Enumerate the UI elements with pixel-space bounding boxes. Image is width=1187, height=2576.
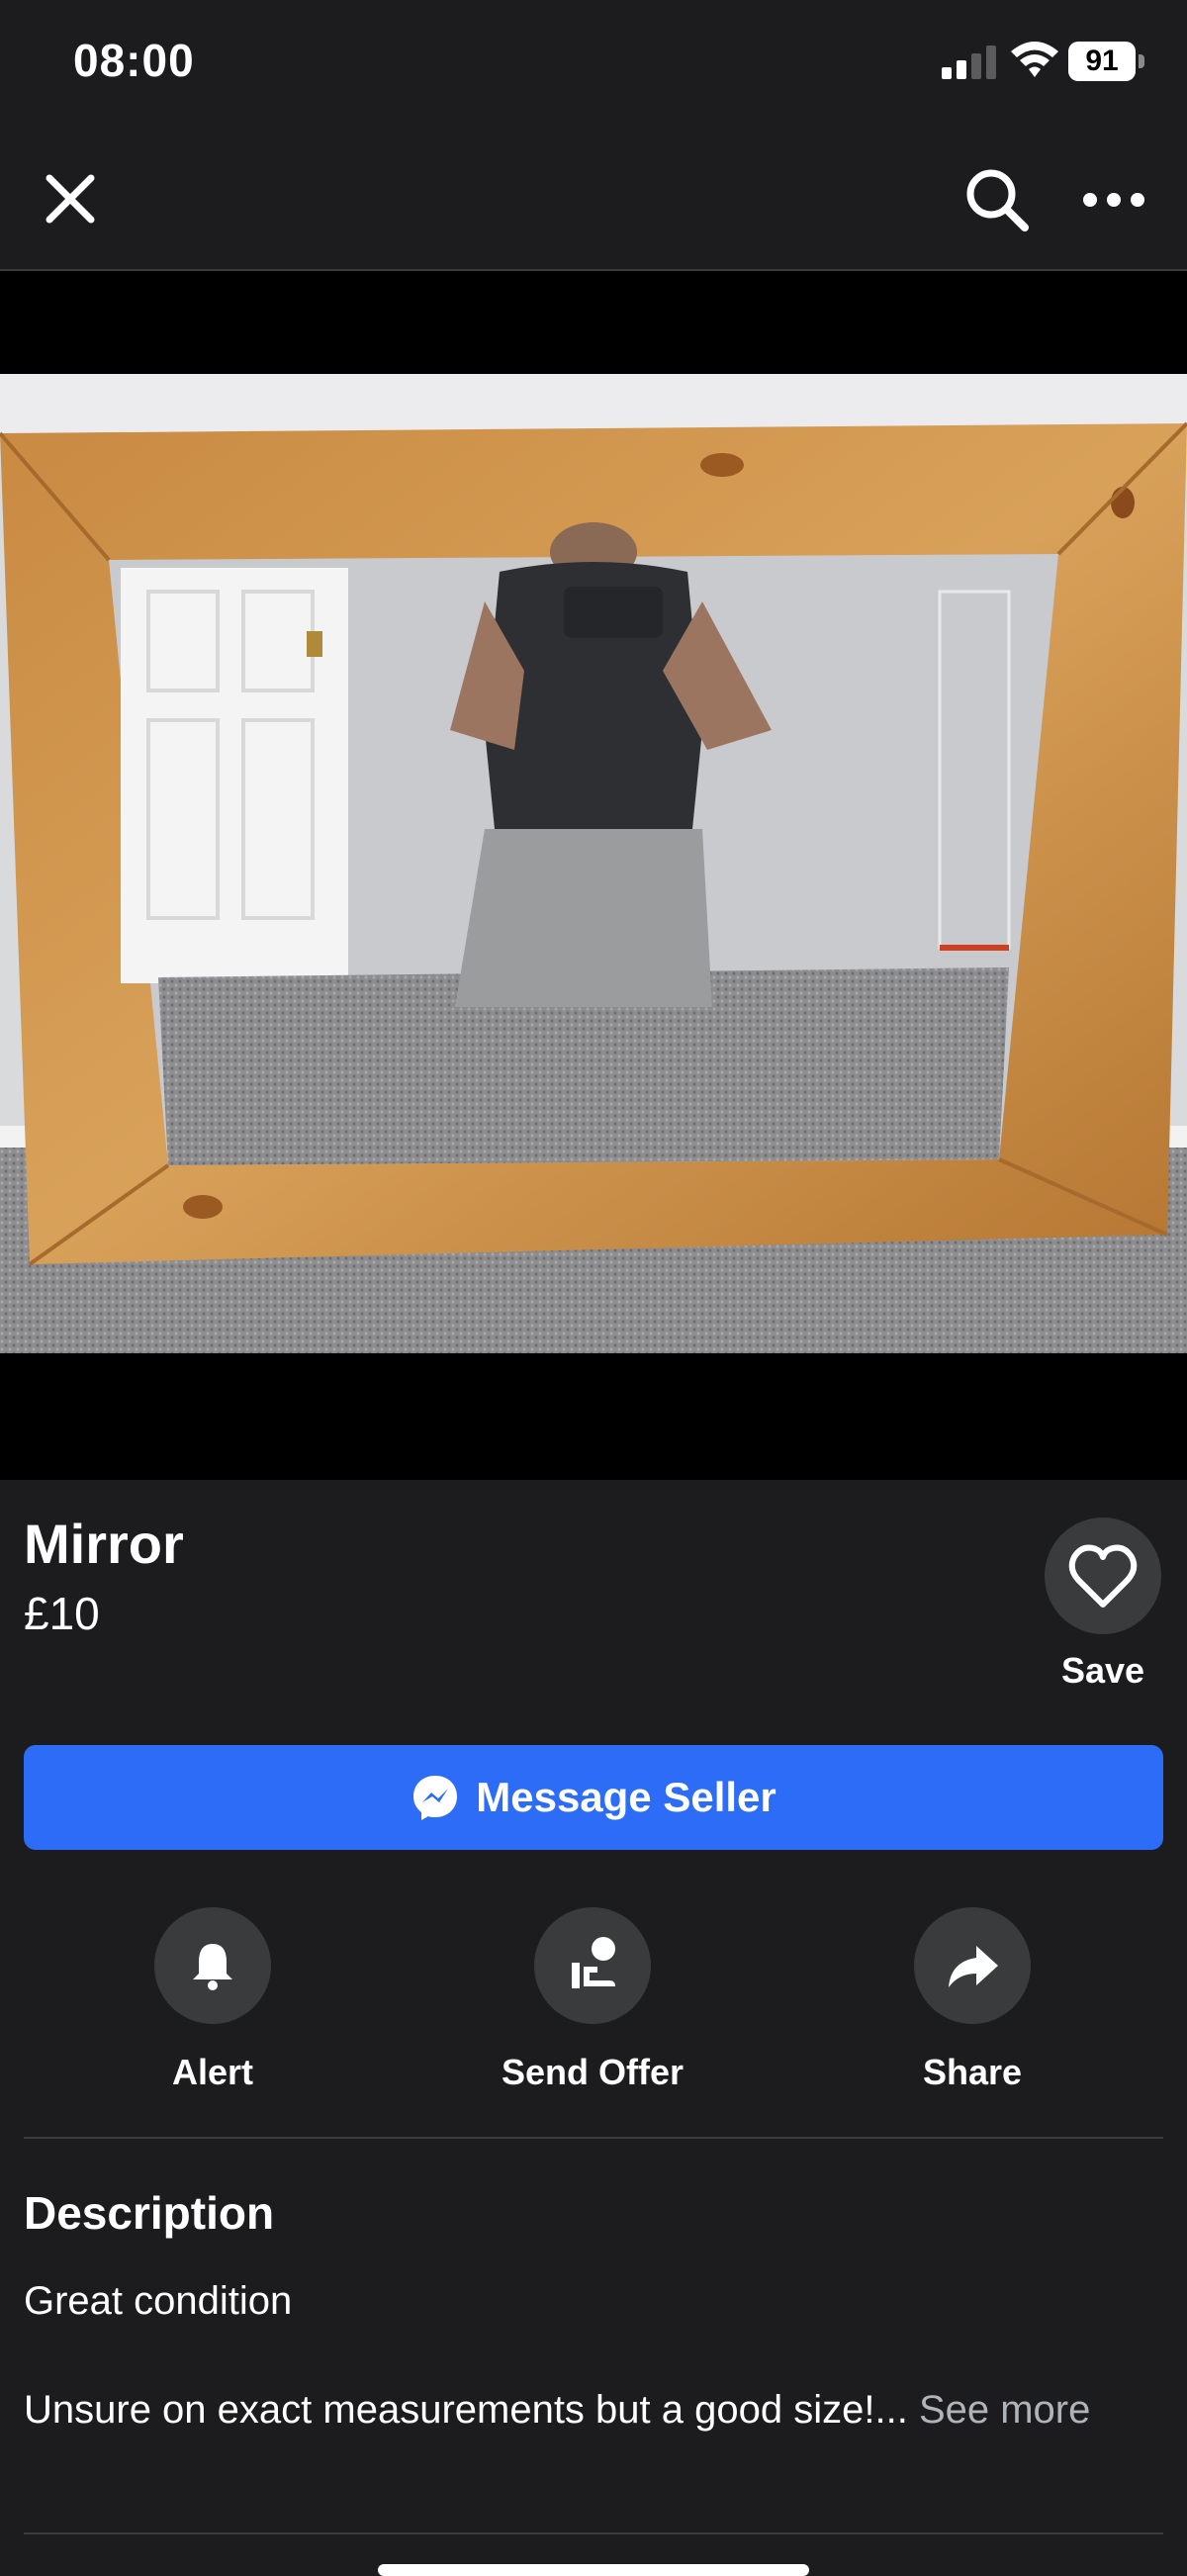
see-more-link[interactable]: See more — [919, 2388, 1090, 2432]
share-arrow-icon — [949, 1946, 998, 1987]
messenger-icon — [413, 1776, 458, 1820]
message-seller-label: Message Seller — [476, 1774, 776, 1820]
alert-label: Alert — [171, 2052, 254, 2092]
save-label[interactable]: Save — [1029, 1650, 1177, 1692]
battery-level: 91 — [1068, 42, 1136, 81]
share-label: Share — [922, 2052, 1023, 2092]
share-action[interactable]: Share — [844, 1907, 1101, 2093]
message-seller-button[interactable]: Message Seller — [24, 1745, 1163, 1850]
hand-offer-icon — [572, 1937, 615, 1988]
cellular-signal-icon — [942, 46, 996, 79]
top-nav-bar — [0, 129, 1187, 271]
description-text: Unsure on exact measurements but a good … — [24, 2388, 908, 2432]
listing-photo — [0, 374, 1187, 1353]
description-line-2: Unsure on exact measurements but a good … — [24, 2384, 1132, 2436]
wifi-icon — [1011, 42, 1058, 77]
send-offer-label: Send Offer — [501, 2052, 685, 2092]
share-button[interactable] — [914, 1907, 1031, 2024]
section-divider — [24, 2137, 1163, 2139]
heart-icon — [1068, 1544, 1138, 1608]
close-icon[interactable] — [40, 168, 101, 230]
listing-photo-area[interactable] — [0, 271, 1187, 1480]
description-heading: Description — [24, 2187, 275, 2239]
alert-button[interactable] — [154, 1907, 271, 2024]
search-icon[interactable] — [961, 164, 1033, 235]
section-divider-bottom — [24, 2532, 1163, 2534]
battery-icon: 91 — [1068, 42, 1147, 81]
description-line-1: Great condition — [24, 2279, 293, 2323]
alert-action[interactable]: Alert — [84, 1907, 341, 2093]
send-offer-button[interactable] — [534, 1907, 651, 2024]
bell-icon — [193, 1944, 232, 1990]
status-time: 08:00 — [73, 35, 195, 86]
listing-title: Mirror — [24, 1513, 184, 1575]
status-bar: 08:00 91 — [0, 0, 1187, 129]
listing-price: £10 — [24, 1588, 100, 1639]
send-offer-action[interactable]: Send Offer — [464, 1907, 721, 2093]
home-indicator — [378, 2564, 809, 2576]
save-button[interactable] — [1045, 1518, 1161, 1634]
more-options-icon[interactable] — [1078, 178, 1149, 222]
